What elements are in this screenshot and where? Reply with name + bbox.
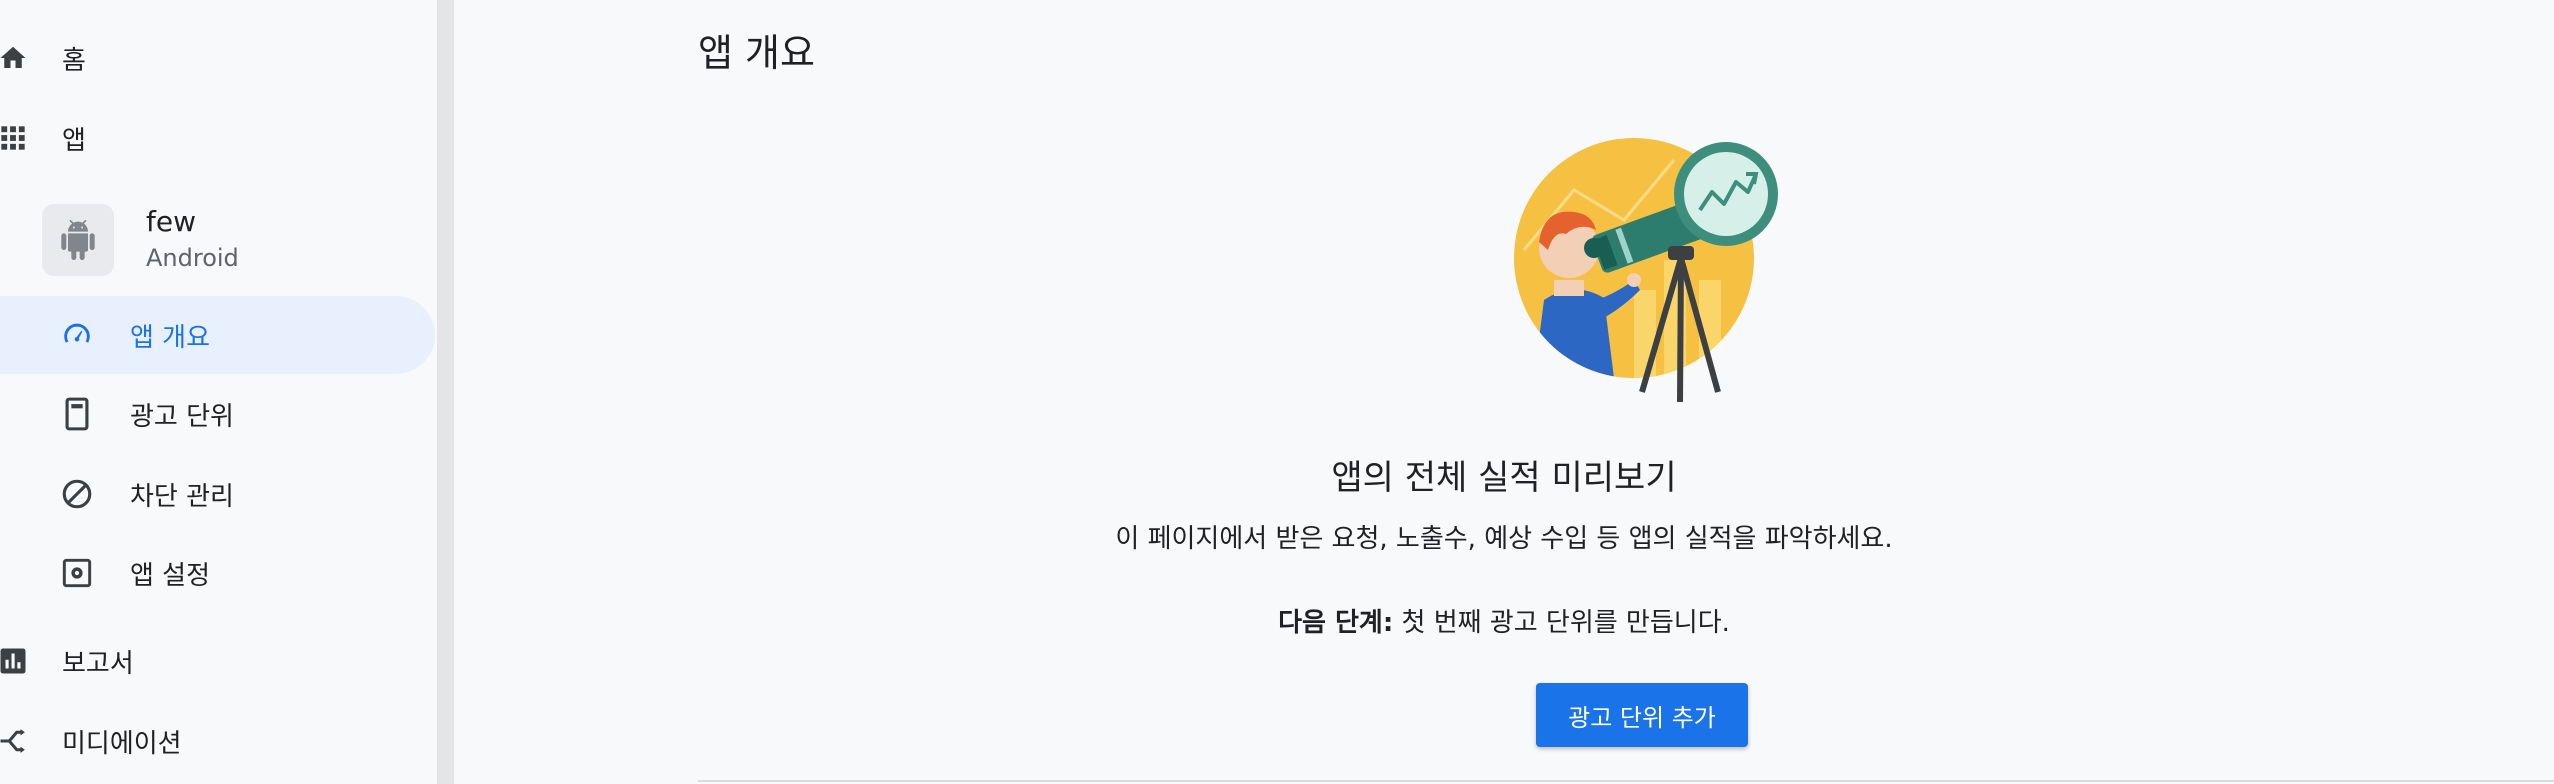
next-step-detail: 첫 번째 광고 단위를 만듭니다. [1393,608,1730,638]
nav-home-label: 홈 [62,45,86,76]
nav-reports-label: 보고서 [62,648,134,679]
nav-home[interactable]: 홈 [0,19,437,97]
android-icon [61,220,95,260]
next-step-text: 다음 단계: 첫 번째 광고 단위를 만듭니다. [454,602,2554,639]
nav-app-settings[interactable]: 앱 설정 [0,534,435,612]
home-icon [0,41,30,75]
nav-blocking-controls-label: 차단 관리 [130,481,234,512]
ad-unit-icon [60,397,94,431]
app-name: few [146,205,196,238]
sidebar-divider [437,0,454,784]
empty-state-description: 이 페이지에서 받은 요청, 노출수, 예상 수입 등 앱의 실적을 파악하세요… [1115,524,1893,554]
mediation-icon [0,724,30,758]
nav-blocking-controls[interactable]: 차단 관리 [0,455,435,533]
settings-icon [60,556,94,590]
nav-ad-units[interactable]: 광고 단위 [0,375,435,453]
block-icon [60,477,94,511]
app-avatar[interactable] [42,204,114,276]
nav-apps-label: 앱 [62,125,86,156]
nav-ad-units-label: 광고 단위 [130,401,234,432]
apps-grid-icon [0,121,30,155]
nav-app-settings-label: 앱 설정 [130,560,211,591]
telescope-illustration [1514,130,1790,410]
nav-app-overview[interactable]: 앱 개요 [0,296,435,374]
gauge-icon [60,318,94,352]
empty-state-heading: 앱의 전체 실적 미리보기 [1331,458,1677,498]
next-step-label: 다음 단계: [1278,608,1394,638]
nav-apps[interactable]: 앱 [0,99,437,177]
app-platform: Android [146,244,239,272]
sidebar: 홈 앱 few Android 앱 개요 광고 단위 차단 관리 앱 설정 보고… [0,0,437,784]
main-content: 앱 개요 앱의 전체 실적 미리보기 이 페이지에서 받은 요청, 노출수, 예… [454,0,2554,784]
add-ad-unit-button[interactable]: 광고 단위 추가 [1536,683,1748,747]
bar-chart-icon [0,644,30,678]
nav-app-overview-label: 앱 개요 [130,322,211,353]
nav-reports[interactable]: 보고서 [0,622,437,700]
nav-mediation[interactable]: 미디에이션 [0,702,437,780]
content-divider [698,780,2554,782]
nav-mediation-label: 미디에이션 [62,728,182,759]
page-title: 앱 개요 [698,31,815,75]
